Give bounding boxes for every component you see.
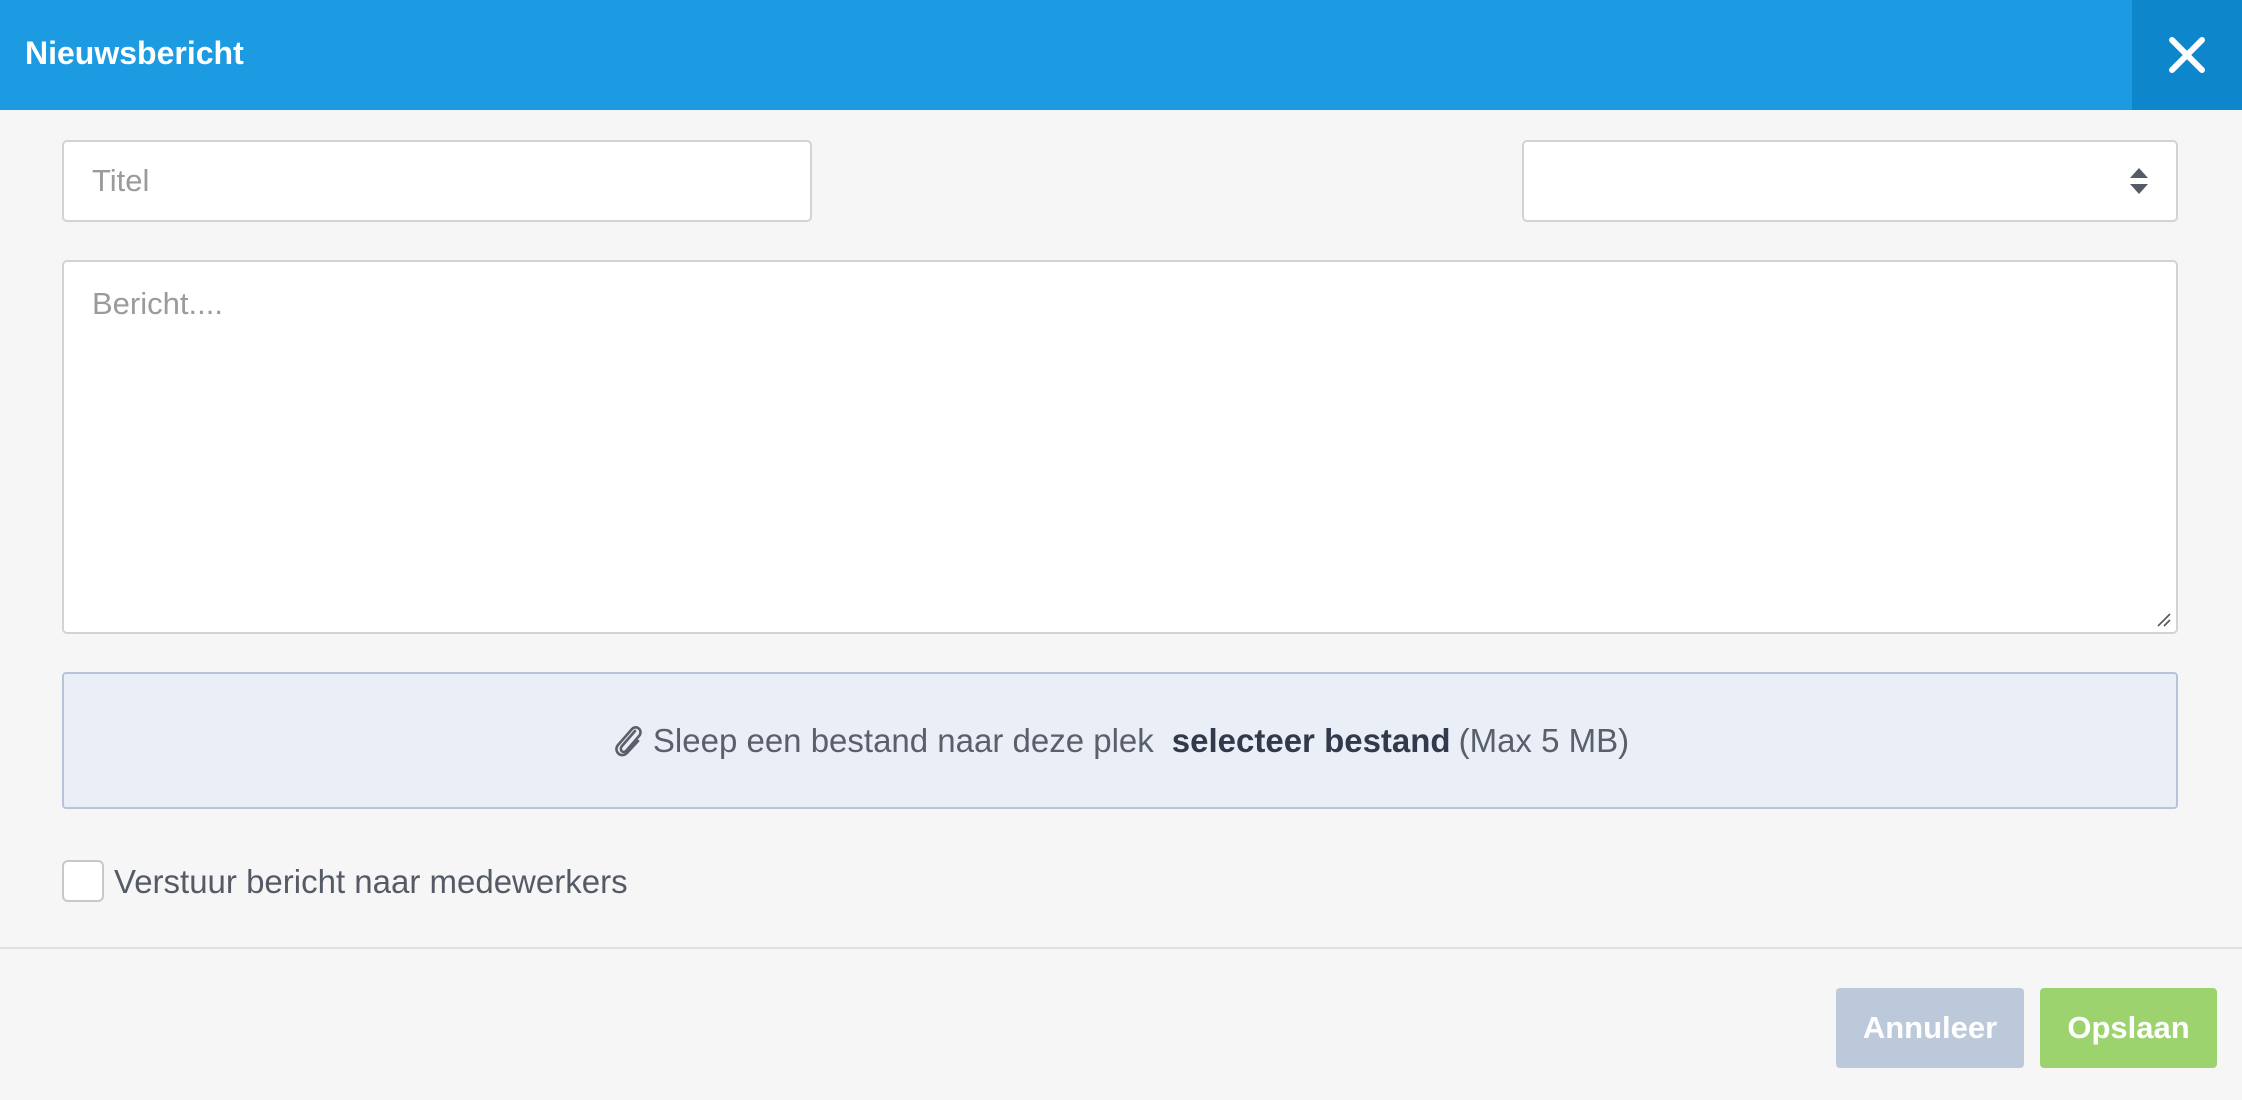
dialog-header: Nieuwsbericht	[0, 0, 2242, 110]
cancel-button[interactable]: Annuleer	[1836, 988, 2024, 1068]
title-placeholder: Titel	[92, 163, 150, 198]
resize-handle-icon[interactable]	[2156, 612, 2172, 628]
notify-employees-checkbox[interactable]	[62, 860, 104, 902]
dropzone-text: Sleep een bestand naar deze plek	[652, 721, 1154, 759]
save-button[interactable]: Opslaan	[2040, 988, 2217, 1068]
close-icon	[2169, 37, 2205, 73]
file-dropzone[interactable]: Sleep een bestand naar deze plek selecte…	[62, 672, 2178, 809]
close-button[interactable]	[2132, 0, 2242, 110]
dialog-title: Nieuwsbericht	[25, 35, 244, 71]
message-placeholder: Bericht....	[92, 286, 223, 321]
max-size-text: (Max 5 MB)	[1458, 721, 1630, 759]
title-input[interactable]: Titel	[62, 140, 812, 222]
select-file-link[interactable]: selecteer bestand	[1172, 722, 1451, 760]
message-textarea[interactable]: Bericht....	[62, 260, 2178, 634]
category-select[interactable]	[1522, 140, 2178, 222]
sort-arrows-icon	[2130, 168, 2148, 194]
paperclip-icon	[611, 721, 645, 761]
notify-employees-label[interactable]: Verstuur bericht naar medewerkers	[114, 860, 628, 904]
footer-divider	[0, 947, 2242, 949]
